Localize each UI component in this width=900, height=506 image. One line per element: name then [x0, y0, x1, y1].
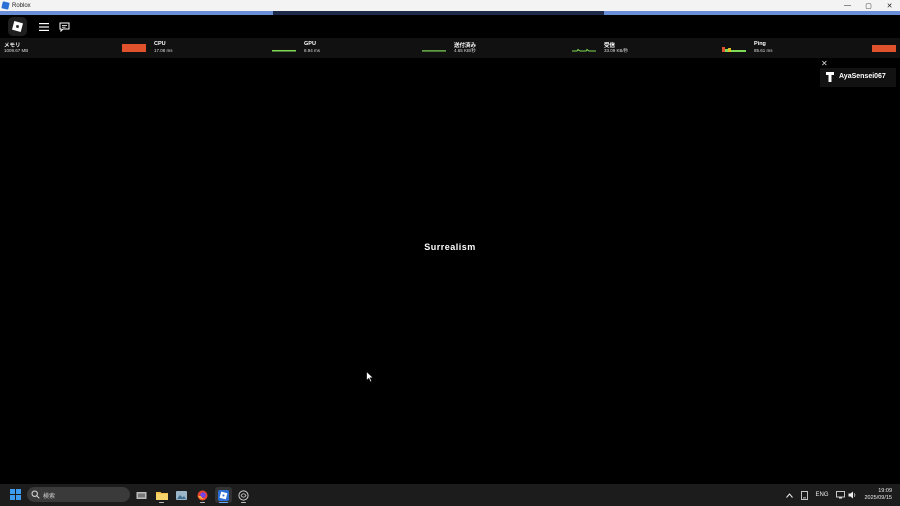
stat-memory[interactable]: メモリ 1009.67 MB: [0, 38, 150, 58]
stat-value: 4.65 KB/秒: [454, 48, 476, 53]
window-controls: — ▢ ✕: [837, 0, 900, 11]
tray-language[interactable]: ENG: [812, 484, 832, 506]
taskbar-clock-app[interactable]: [235, 487, 252, 503]
tablet-icon: [800, 490, 808, 500]
taskbar-search-box[interactable]: 検索: [27, 487, 130, 502]
performance-stats-bar: メモリ 1009.67 MB CPU 17.08 ms GPU 8.94 ms …: [0, 38, 900, 58]
window-titlebar: Roblox — ▢ ✕: [0, 0, 900, 11]
window-title: Roblox: [12, 2, 31, 9]
taskbar-clock[interactable]: 19:09 2025/09/15: [864, 488, 892, 502]
circular-app-icon: [238, 489, 249, 501]
roblox-taskbar-icon: [218, 489, 229, 501]
stat-gpu[interactable]: GPU 8.94 ms: [300, 38, 450, 58]
windows-start-icon[interactable]: [10, 489, 21, 500]
chat-button[interactable]: [55, 17, 74, 36]
hamburger-menu-button[interactable]: [34, 17, 53, 36]
speaker-icon: [848, 491, 855, 499]
stat-graph: [122, 44, 146, 52]
stat-ping[interactable]: Ping 85.61 ms: [750, 38, 900, 58]
roblox-logo-icon: [12, 21, 23, 32]
taskbar-firefox[interactable]: [194, 487, 211, 503]
roblox-top-menu: [0, 15, 900, 38]
maximize-button[interactable]: ▢: [858, 0, 879, 11]
mouse-cursor-icon: [366, 371, 374, 383]
stat-graph: [272, 50, 296, 52]
experience-title: Surrealism: [424, 242, 476, 252]
player-list-close-icon[interactable]: ✕: [821, 59, 828, 68]
taskbar-photos-app[interactable]: [173, 487, 190, 503]
stat-label: Ping: [754, 41, 766, 47]
monitor-network-icon: [835, 491, 845, 499]
tray-tablet-icon[interactable]: [798, 484, 810, 506]
chat-bubble-icon: [59, 22, 70, 32]
stat-value: 17.08 ms: [154, 48, 173, 53]
stat-sent[interactable]: 送付済み 4.65 KB/秒: [450, 38, 600, 58]
photos-icon: [176, 490, 187, 500]
roblox-home-button[interactable]: [8, 17, 27, 36]
stat-value: 1009.67 MB: [4, 48, 29, 53]
stat-graph: [572, 48, 596, 52]
close-button[interactable]: ✕: [879, 0, 900, 11]
search-placeholder: 検索: [43, 494, 56, 500]
windows-taskbar: 検索 ENG 19:09 2025/09/15: [0, 484, 900, 506]
task-view-button[interactable]: [133, 487, 150, 503]
folder-icon: [155, 491, 168, 500]
stat-label: GPU: [304, 41, 316, 47]
taskbar-roblox[interactable]: [215, 487, 232, 503]
tray-volume[interactable]: [846, 484, 858, 506]
stat-graph: [872, 45, 896, 52]
tray-network[interactable]: [834, 484, 846, 506]
stat-label: CPU: [154, 41, 166, 47]
minimize-button[interactable]: —: [837, 0, 858, 11]
roblox-app-icon: [1, 1, 10, 10]
hamburger-icon: [38, 22, 49, 31]
stat-received[interactable]: 受信 33.09 KB/秒: [600, 38, 750, 58]
player-list-entry[interactable]: AyaSensei067: [820, 68, 896, 87]
stat-value: 85.61 ms: [754, 48, 773, 53]
search-icon: [31, 490, 40, 499]
clock-time: 19:09: [878, 488, 892, 494]
stat-cpu[interactable]: CPU 17.08 ms: [150, 38, 300, 58]
stat-graph: [722, 47, 746, 52]
stat-value: 33.09 KB/秒: [604, 48, 629, 53]
stat-value: 8.94 ms: [304, 48, 321, 53]
firefox-icon: [197, 490, 208, 500]
task-view-icon: [136, 491, 147, 499]
stat-graph: [422, 50, 446, 52]
avatar-icon: [826, 72, 834, 82]
player-name: AyaSensei067: [839, 73, 886, 80]
chevron-up-icon: [785, 492, 793, 498]
clock-date: 2025/09/15: [864, 495, 892, 501]
tray-overflow-button[interactable]: [784, 484, 794, 506]
taskbar-file-explorer[interactable]: [153, 487, 170, 503]
